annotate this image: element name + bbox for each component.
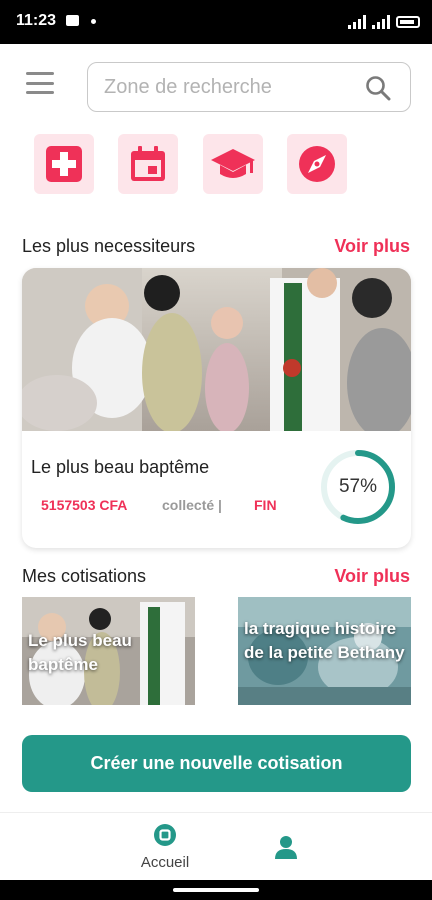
calendar-icon: [131, 146, 165, 181]
home-gesture-handle[interactable]: [173, 888, 259, 892]
status-bar: 11:23: [0, 0, 432, 44]
status-icons: [348, 12, 420, 32]
compass-icon: [299, 146, 335, 182]
notification-dot-icon: [91, 19, 96, 24]
campaign-card[interactable]: Le plus beau baptême 5157503 CFA collect…: [22, 268, 411, 548]
message-notification-icon: [66, 15, 79, 26]
section-title-needy: Les plus necessiteurs: [22, 236, 196, 256]
search-icon[interactable]: [364, 74, 392, 102]
progress-percent: 57%: [338, 476, 378, 497]
category-explore-button[interactable]: [287, 134, 347, 194]
campaign-collected-label: collecté |: [162, 497, 222, 513]
category-events-button[interactable]: [118, 134, 178, 194]
signal-icon-2: [372, 15, 390, 29]
battery-icon: [396, 16, 420, 28]
category-health-button[interactable]: [34, 134, 94, 194]
contribution-tile[interactable]: Le plus beau baptême: [22, 597, 195, 705]
contribution-label: la tragique histoire de la petite Bethan…: [244, 619, 405, 662]
contribution-tile[interactable]: la tragique histoire de la petite Bethan…: [238, 597, 411, 705]
status-time: 11:23: [16, 12, 57, 29]
search-input[interactable]: [104, 73, 354, 101]
health-cross-icon: [46, 146, 82, 182]
nav-home-label: Accueil: [140, 854, 190, 871]
campaign-photo: [22, 268, 411, 431]
see-more-contributions-link[interactable]: Voir plus: [334, 566, 410, 587]
home-icon: [154, 824, 176, 846]
profile-icon[interactable]: [272, 833, 300, 861]
see-more-needy-link[interactable]: Voir plus: [334, 236, 410, 257]
campaign-title: Le plus beau baptême: [31, 457, 210, 477]
search-bar[interactable]: [87, 62, 411, 112]
section-title-contributions: Mes cotisations: [22, 566, 147, 586]
signal-icon: [348, 15, 366, 29]
campaign-amount: 5157503 CFA: [41, 497, 128, 513]
create-contribution-button[interactable]: Créer une nouvelle cotisation: [22, 735, 411, 792]
campaign-status: FIN: [254, 497, 277, 513]
category-education-button[interactable]: [203, 134, 263, 194]
nav-home-tab[interactable]: Accueil: [133, 823, 197, 877]
bottom-nav: Accueil: [0, 812, 432, 880]
graduation-cap-icon: [211, 149, 255, 178]
system-nav-bar: [0, 880, 432, 900]
menu-icon[interactable]: [26, 72, 54, 94]
contribution-label: Le plus beau baptême: [28, 631, 132, 674]
